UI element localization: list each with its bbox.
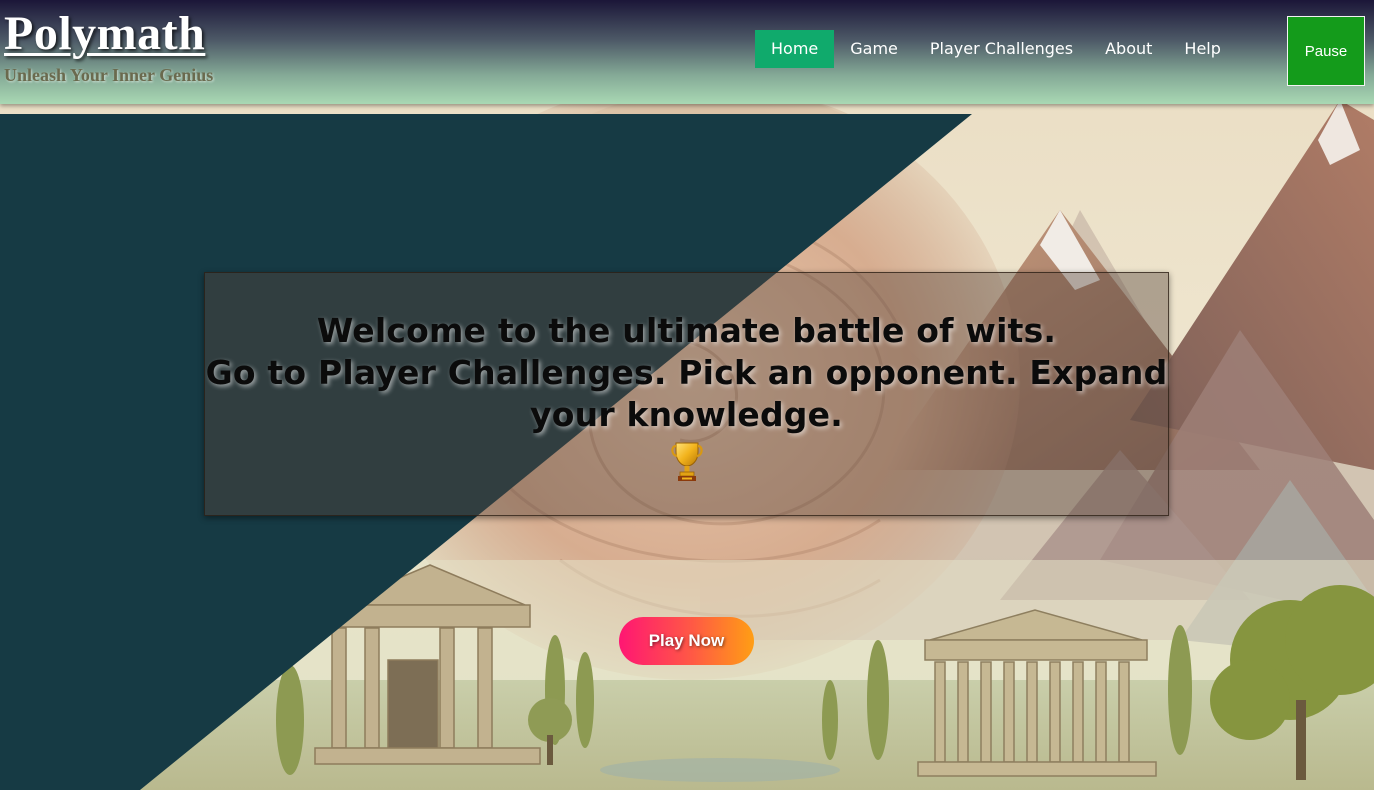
welcome-instructions: Go to Player Challenges. Pick an opponen…	[205, 353, 1168, 434]
brand-title: Polymath	[4, 7, 206, 60]
top-navbar: Polymath Unleash Your Inner Genius Home …	[0, 0, 1374, 104]
brand-logo[interactable]: Polymath Unleash Your Inner Genius	[4, 6, 213, 86]
nav-help-link[interactable]: Help	[1168, 30, 1236, 68]
main-nav: Home Game Player Challenges About Help	[755, 30, 1237, 68]
welcome-heading: Welcome to the ultimate battle of wits.	[316, 311, 1057, 350]
nav-home-link[interactable]: Home	[755, 30, 835, 68]
nav-about-link[interactable]: About	[1089, 30, 1168, 68]
nav-player-challenges-link[interactable]: Player Challenges	[914, 30, 1089, 68]
nav-game-link[interactable]: Game	[834, 30, 914, 68]
pause-button[interactable]: Pause	[1287, 16, 1365, 86]
trophy-icon	[670, 440, 704, 486]
play-now-button[interactable]: Play Now	[619, 617, 754, 665]
welcome-panel: Welcome to the ultimate battle of wits. …	[204, 272, 1169, 516]
brand-tagline: Unleash Your Inner Genius	[4, 65, 214, 85]
